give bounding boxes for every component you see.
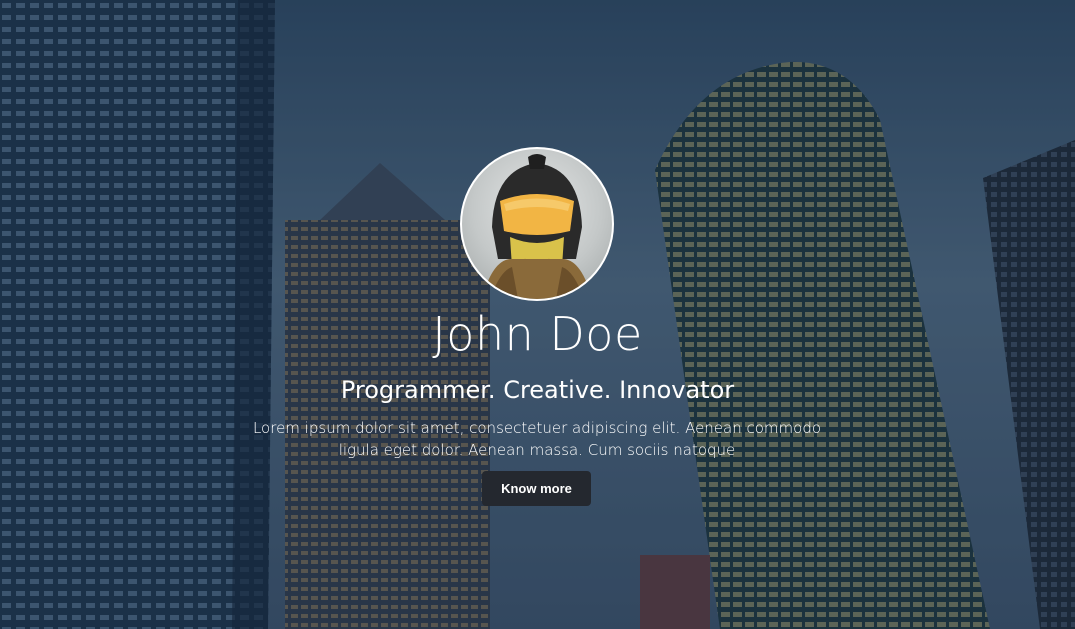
hero-tagline: Programmer. Creative. Innovator <box>340 376 735 404</box>
hero-name: John Doe <box>432 307 643 361</box>
hero-section: John Doe Programmer. Creative. Innovator… <box>0 0 1075 629</box>
hero-intro-text: Lorem ipsum dolor sit amet, consectetuer… <box>252 419 822 459</box>
know-more-button[interactable]: Know more <box>482 471 591 506</box>
avatar <box>460 147 614 301</box>
hero-content: John Doe Programmer. Creative. Innovator… <box>0 0 1075 629</box>
avatar-icon <box>482 154 592 299</box>
